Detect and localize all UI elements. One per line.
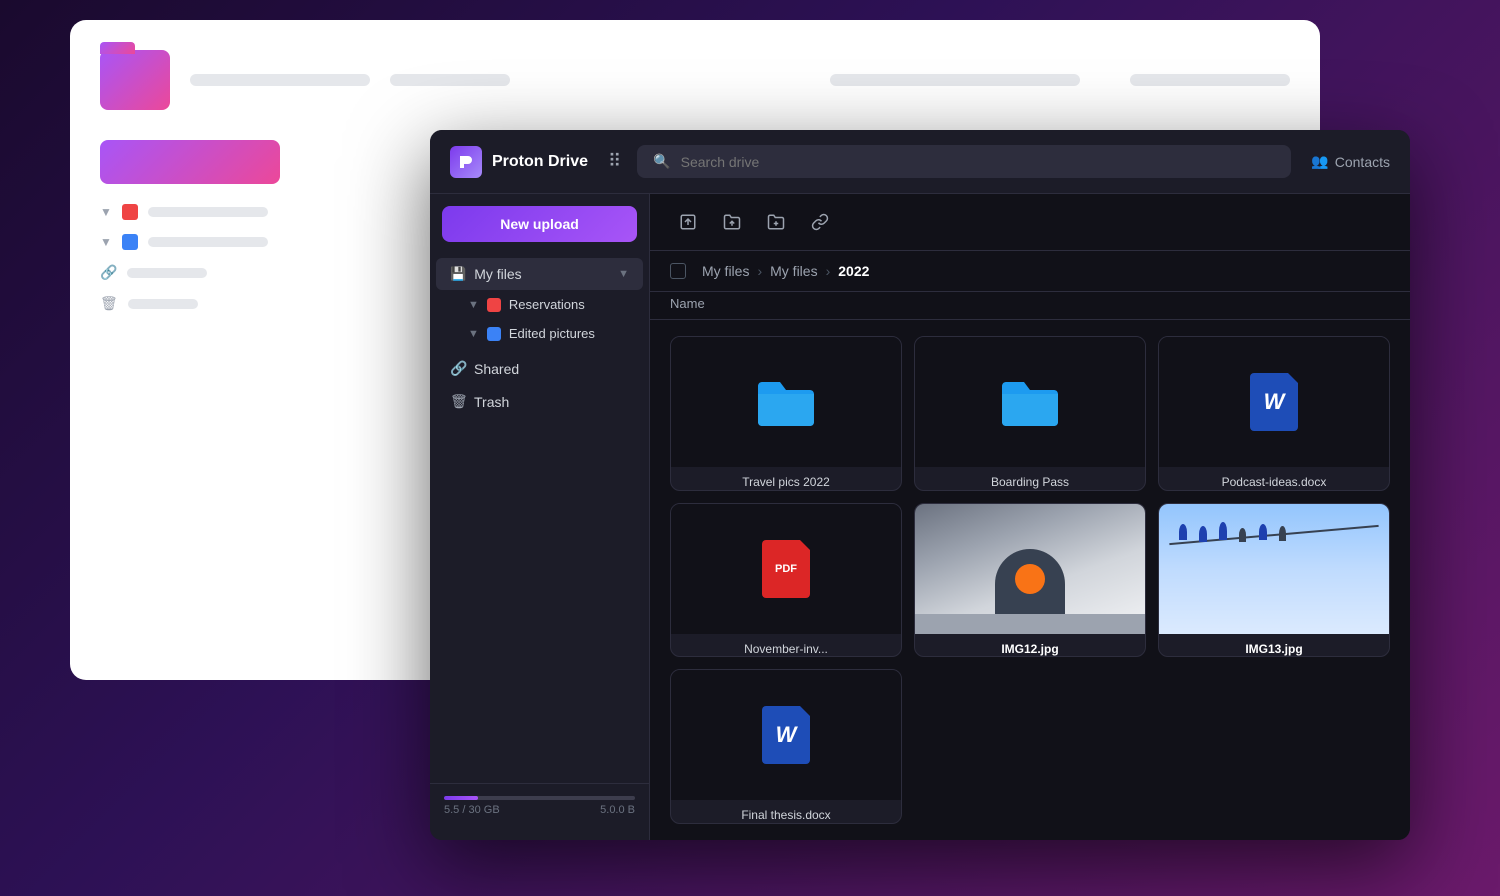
brand-logo: Proton Drive (450, 146, 588, 178)
sidebar-spacer (430, 418, 649, 783)
main-content: My files › My files › 2022 Name (650, 194, 1410, 840)
trash-icon: 🗑 (450, 393, 466, 410)
file-preview-travel-pics (671, 337, 901, 467)
file-grid: Travel pics 2022 Boarding Pass (650, 320, 1410, 840)
shared-label: Shared (474, 361, 629, 377)
bg-bar-right (1130, 74, 1290, 86)
sidebar-my-files-section: 💾 My files ▼ ▼ Reservations ▼ Edited pic… (430, 254, 649, 352)
file-card-thesis[interactable]: W Final thesis.docx (670, 669, 902, 824)
new-folder-button[interactable] (758, 204, 794, 240)
reservations-label: Reservations (509, 297, 585, 312)
upload-folder-button[interactable] (714, 204, 750, 240)
pdf-icon-november: PDF (762, 540, 810, 598)
file-card-boarding-pass[interactable]: Boarding Pass (914, 336, 1146, 491)
modal-header: Proton Drive ⠿ 🔍 👥 Contacts (430, 130, 1410, 194)
select-all-checkbox[interactable] (670, 263, 686, 279)
brand-name: Proton Drive (492, 153, 588, 171)
content-toolbar (650, 194, 1410, 251)
bg-bar-1 (190, 74, 370, 86)
search-input[interactable] (681, 154, 1276, 170)
file-card-travel-pics[interactable]: Travel pics 2022 (670, 336, 902, 491)
header-right: 👥 Contacts (1311, 153, 1390, 170)
breadcrumb-my-files-2[interactable]: My files (770, 263, 817, 279)
upload-file-button[interactable] (670, 204, 706, 240)
file-name-podcast: Podcast-ideas.docx (1159, 467, 1389, 491)
sidebar-item-trash[interactable]: 🗑 Trash (436, 385, 643, 418)
contacts-button[interactable]: 👥 Contacts (1311, 153, 1390, 170)
file-name-img13: IMG13.jpg (1159, 634, 1389, 658)
file-name-boarding-pass: Boarding Pass (915, 467, 1145, 491)
file-preview-img12 (915, 504, 1145, 634)
file-preview-podcast: W (1159, 337, 1389, 467)
sidebar-item-my-files[interactable]: 💾 My files ▼ (436, 258, 643, 290)
storage-bar: 5.5 / 30 GB 5.0.0 B (430, 783, 649, 828)
bg-folder-icon (100, 50, 170, 110)
breadcrumb-my-files-1[interactable]: My files (702, 263, 749, 279)
storage-track (444, 796, 635, 800)
word-icon-podcast: W (1250, 373, 1298, 431)
word-icon-thesis: W (762, 706, 810, 764)
breadcrumb-current: 2022 (838, 263, 869, 279)
bg-new-upload (100, 140, 280, 184)
file-name-travel-pics: Travel pics 2022 (671, 467, 901, 491)
folder-icon (754, 376, 818, 428)
bg-bar-2 (390, 74, 510, 86)
file-card-img12[interactable]: IMG12.jpg (914, 503, 1146, 658)
edited-pictures-folder-icon (487, 327, 501, 341)
sidebar-item-reservations[interactable]: ▼ Reservations (436, 290, 643, 319)
shared-icon: 🔗 (450, 360, 466, 377)
my-files-label: My files (474, 266, 610, 282)
contacts-icon: 👥 (1311, 153, 1328, 170)
column-header-row: Name (650, 292, 1410, 320)
file-card-november[interactable]: PDF November-inv... (670, 503, 902, 658)
proton-drive-modal: Proton Drive ⠿ 🔍 👥 Contacts New upload 💾… (430, 130, 1410, 840)
file-preview-boarding-pass (915, 337, 1145, 467)
sidebar-item-edited-pictures[interactable]: ▼ Edited pictures (436, 319, 643, 348)
drive-icon: 💾 (450, 266, 466, 282)
file-name-november: November-inv... (671, 634, 901, 658)
new-upload-button[interactable]: New upload (442, 206, 637, 242)
file-name-img12: IMG12.jpg (915, 634, 1145, 658)
file-preview-november: PDF (671, 504, 901, 634)
name-column-header: Name (670, 296, 705, 311)
sidebar-item-shared[interactable]: 🔗 Shared (436, 352, 643, 385)
grid-icon[interactable]: ⠿ (608, 151, 621, 172)
storage-text: 5.5 / 30 GB 5.0.0 B (444, 804, 635, 816)
breadcrumb: My files › My files › 2022 (650, 251, 1410, 292)
storage-fill (444, 796, 478, 800)
sub-chevron-icon-2: ▼ (468, 328, 479, 340)
bg-bar-search (830, 74, 1080, 86)
sub-chevron-icon: ▼ (468, 299, 479, 311)
storage-file-size: 5.0.0 B (600, 804, 635, 816)
file-card-podcast[interactable]: W Podcast-ideas.docx (1158, 336, 1390, 491)
chevron-icon: ▼ (618, 268, 629, 280)
trash-label: Trash (474, 394, 629, 410)
search-bar[interactable]: 🔍 (637, 145, 1291, 178)
reservations-folder-icon (487, 298, 501, 312)
file-card-img13[interactable]: IMG13.jpg (1158, 503, 1390, 658)
file-name-thesis: Final thesis.docx (671, 800, 901, 824)
folder-icon-2 (998, 376, 1062, 428)
search-icon: 🔍 (653, 153, 670, 170)
get-link-button[interactable] (802, 204, 838, 240)
file-preview-thesis: W (671, 670, 901, 800)
edited-pictures-label: Edited pictures (509, 326, 595, 341)
storage-used: 5.5 / 30 GB (444, 804, 500, 816)
file-preview-img13 (1159, 504, 1389, 634)
proton-icon (450, 146, 482, 178)
modal-body: New upload 💾 My files ▼ ▼ Reservations ▼… (430, 194, 1410, 840)
sidebar: New upload 💾 My files ▼ ▼ Reservations ▼… (430, 194, 650, 840)
